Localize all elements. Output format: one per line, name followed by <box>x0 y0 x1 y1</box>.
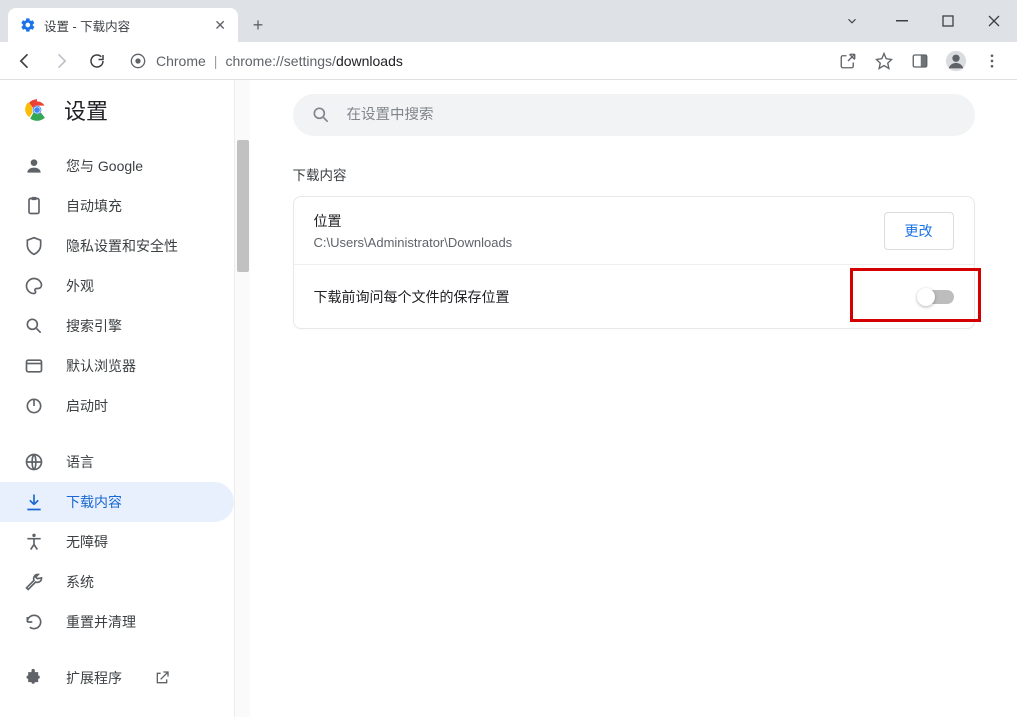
sidebar-item-label: 默认浏览器 <box>66 356 136 376</box>
sidebar-item-downloads[interactable]: 下载内容 <box>0 482 234 522</box>
sidebar-item-system[interactable]: 系统 <box>0 562 234 602</box>
window-maximize-button[interactable] <box>925 6 971 36</box>
menu-icon[interactable] <box>975 46 1009 76</box>
bookmark-icon[interactable] <box>867 46 901 76</box>
sidebar-item-label: 隐私设置和安全性 <box>66 236 178 256</box>
accessibility-icon <box>24 532 44 552</box>
settings-search[interactable] <box>293 94 975 136</box>
share-icon[interactable] <box>831 46 865 76</box>
ask-before-download-toggle[interactable] <box>918 290 954 304</box>
power-icon <box>24 396 44 416</box>
sidebar-item-label: 无障碍 <box>66 532 108 552</box>
toggle-knob <box>917 288 935 306</box>
browser-tab[interactable]: 设置 - 下载内容 ✕ <box>8 8 238 42</box>
browser-toolbar: Chrome | chrome://settings/downloads <box>0 42 1017 80</box>
window-controls <box>829 0 1017 42</box>
window-minimize-button[interactable] <box>879 6 925 36</box>
wrench-icon <box>24 572 44 592</box>
downloads-card: 位置 C:\Users\Administrator\Downloads 更改 下… <box>293 196 975 329</box>
sidebar-item-reset[interactable]: 重置并清理 <box>0 602 234 642</box>
settings-header: 设置 <box>0 80 234 140</box>
sidebar-item-you-and-google[interactable]: 您与 Google <box>0 146 234 186</box>
sidebar-item-label: 自动填充 <box>66 196 122 216</box>
search-icon <box>311 105 331 125</box>
person-icon <box>24 156 44 176</box>
settings-sidebar: 设置 您与 Google 自动填充 隐私设置和安全性 外观 搜索引擎 默认浏览器… <box>0 80 250 717</box>
settings-title: 设置 <box>64 94 108 126</box>
sidebar-item-on-startup[interactable]: 启动时 <box>0 386 234 426</box>
sidebar-item-label: 扩展程序 <box>66 668 122 688</box>
close-tab-icon[interactable]: ✕ <box>214 17 226 34</box>
forward-button[interactable] <box>44 46 78 76</box>
clipboard-icon <box>24 196 44 216</box>
sidebar-item-label: 您与 Google <box>66 156 143 176</box>
palette-icon <box>24 276 44 296</box>
sidebar-item-privacy[interactable]: 隐私设置和安全性 <box>0 226 234 266</box>
ask-before-download-row: 下载前询问每个文件的保存位置 <box>294 264 974 328</box>
search-icon <box>24 316 44 336</box>
sidebar-item-label: 语言 <box>66 452 94 472</box>
new-tab-button[interactable]: + <box>244 11 272 39</box>
settings-body: 设置 您与 Google 自动填充 隐私设置和安全性 外观 搜索引擎 默认浏览器… <box>0 80 1017 717</box>
change-location-button[interactable]: 更改 <box>884 212 954 250</box>
window-close-button[interactable] <box>971 6 1017 36</box>
sidebar-item-accessibility[interactable]: 无障碍 <box>0 522 234 562</box>
download-icon <box>24 492 44 512</box>
ask-before-download-label: 下载前询问每个文件的保存位置 <box>314 287 918 307</box>
back-button[interactable] <box>8 46 42 76</box>
gear-icon <box>20 17 36 33</box>
search-input[interactable] <box>347 107 957 123</box>
sidebar-item-label: 外观 <box>66 276 94 296</box>
browser-icon <box>24 356 44 376</box>
globe-icon <box>24 452 44 472</box>
sidebar-item-label: 系统 <box>66 572 94 592</box>
shield-icon <box>24 236 44 256</box>
chrome-logo-icon <box>24 97 50 123</box>
sidebar-item-languages[interactable]: 语言 <box>0 442 234 482</box>
sidebar-item-label: 下载内容 <box>66 492 122 512</box>
profile-icon[interactable] <box>939 46 973 76</box>
address-bar[interactable]: Chrome | chrome://settings/downloads <box>122 46 823 76</box>
sidebar-item-appearance[interactable]: 外观 <box>0 266 234 306</box>
location-value: C:\Users\Administrator\Downloads <box>314 235 884 250</box>
external-link-icon <box>152 668 172 688</box>
location-row: 位置 C:\Users\Administrator\Downloads 更改 <box>294 197 974 264</box>
settings-main: 下载内容 位置 C:\Users\Administrator\Downloads… <box>250 80 1017 717</box>
side-panel-icon[interactable] <box>903 46 937 76</box>
sidebar-item-autofill[interactable]: 自动填充 <box>0 186 234 226</box>
puzzle-icon <box>24 668 44 688</box>
address-text: Chrome | chrome://settings/downloads <box>156 53 403 69</box>
tab-title: 设置 - 下载内容 <box>44 16 130 35</box>
scrollbar-thumb[interactable] <box>237 140 249 272</box>
sidebar-item-label: 搜索引擎 <box>66 316 122 336</box>
sidebar-item-label: 重置并清理 <box>66 612 136 632</box>
reload-button[interactable] <box>80 46 114 76</box>
tab-search-icon[interactable] <box>829 6 875 36</box>
sidebar-nav: 您与 Google 自动填充 隐私设置和安全性 外观 搜索引擎 默认浏览器 启动… <box>0 140 234 698</box>
restore-icon <box>24 612 44 632</box>
window-titlebar: 设置 - 下载内容 ✕ + <box>0 0 1017 42</box>
sidebar-item-extensions[interactable]: 扩展程序 <box>0 658 234 698</box>
sidebar-item-search-engine[interactable]: 搜索引擎 <box>0 306 234 346</box>
sidebar-scrollbar[interactable] <box>234 80 250 717</box>
chrome-site-icon <box>130 53 146 69</box>
sidebar-item-default-browser[interactable]: 默认浏览器 <box>0 346 234 386</box>
sidebar-item-label: 启动时 <box>66 396 108 416</box>
location-label: 位置 <box>314 211 884 231</box>
section-title: 下载内容 <box>293 164 975 184</box>
